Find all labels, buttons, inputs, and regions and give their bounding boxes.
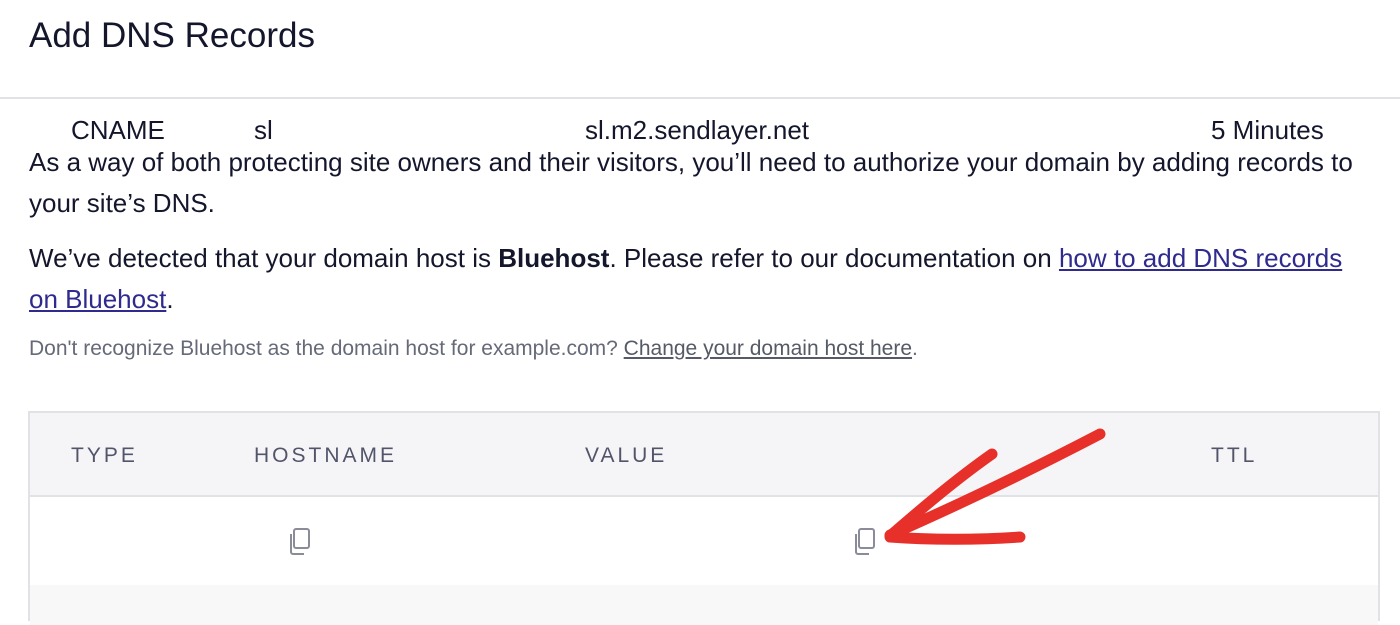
host-name: Bluehost bbox=[498, 243, 610, 273]
detected-prefix: We’ve detected that your domain host is bbox=[29, 243, 499, 273]
detected-suffix: . bbox=[166, 284, 174, 314]
note-prefix: Don't recognize Bluehost as the domain h… bbox=[29, 337, 624, 360]
table-header: TYPE HOSTNAME VALUE TTL bbox=[30, 413, 1378, 497]
detected-host-text: We’ve detected that your domain host is … bbox=[29, 238, 1369, 320]
cell-type: CNAME bbox=[71, 115, 165, 145]
change-host-note: Don't recognize Bluehost as the domain h… bbox=[29, 334, 918, 364]
page-title: Add DNS Records bbox=[29, 16, 315, 55]
intro-text: As a way of both protecting site owners … bbox=[29, 147, 1353, 218]
copy-icon[interactable] bbox=[286, 527, 312, 557]
header-ttl: TTL bbox=[1211, 444, 1258, 467]
note-suffix: . bbox=[912, 337, 918, 360]
header-value: VALUE bbox=[585, 444, 668, 467]
cell-ttl: 5 Minutes bbox=[1211, 115, 1324, 145]
page-header: Add DNS Records bbox=[0, 0, 1400, 99]
header-hostname: HOSTNAME bbox=[254, 444, 398, 467]
change-host-link[interactable]: Change your domain host here bbox=[624, 337, 912, 360]
table-row bbox=[30, 497, 1378, 585]
dns-records-table: TYPE HOSTNAME VALUE TTL bbox=[28, 411, 1380, 625]
cell-value: sl.m2.sendlayer.net bbox=[585, 115, 810, 145]
cell-hostname: sl bbox=[254, 115, 273, 145]
table-row bbox=[30, 585, 1378, 625]
header-type: TYPE bbox=[71, 444, 138, 467]
red-arrow-annotation bbox=[884, 428, 1106, 545]
detected-middle: . Please refer to our documentation on bbox=[609, 243, 1059, 273]
